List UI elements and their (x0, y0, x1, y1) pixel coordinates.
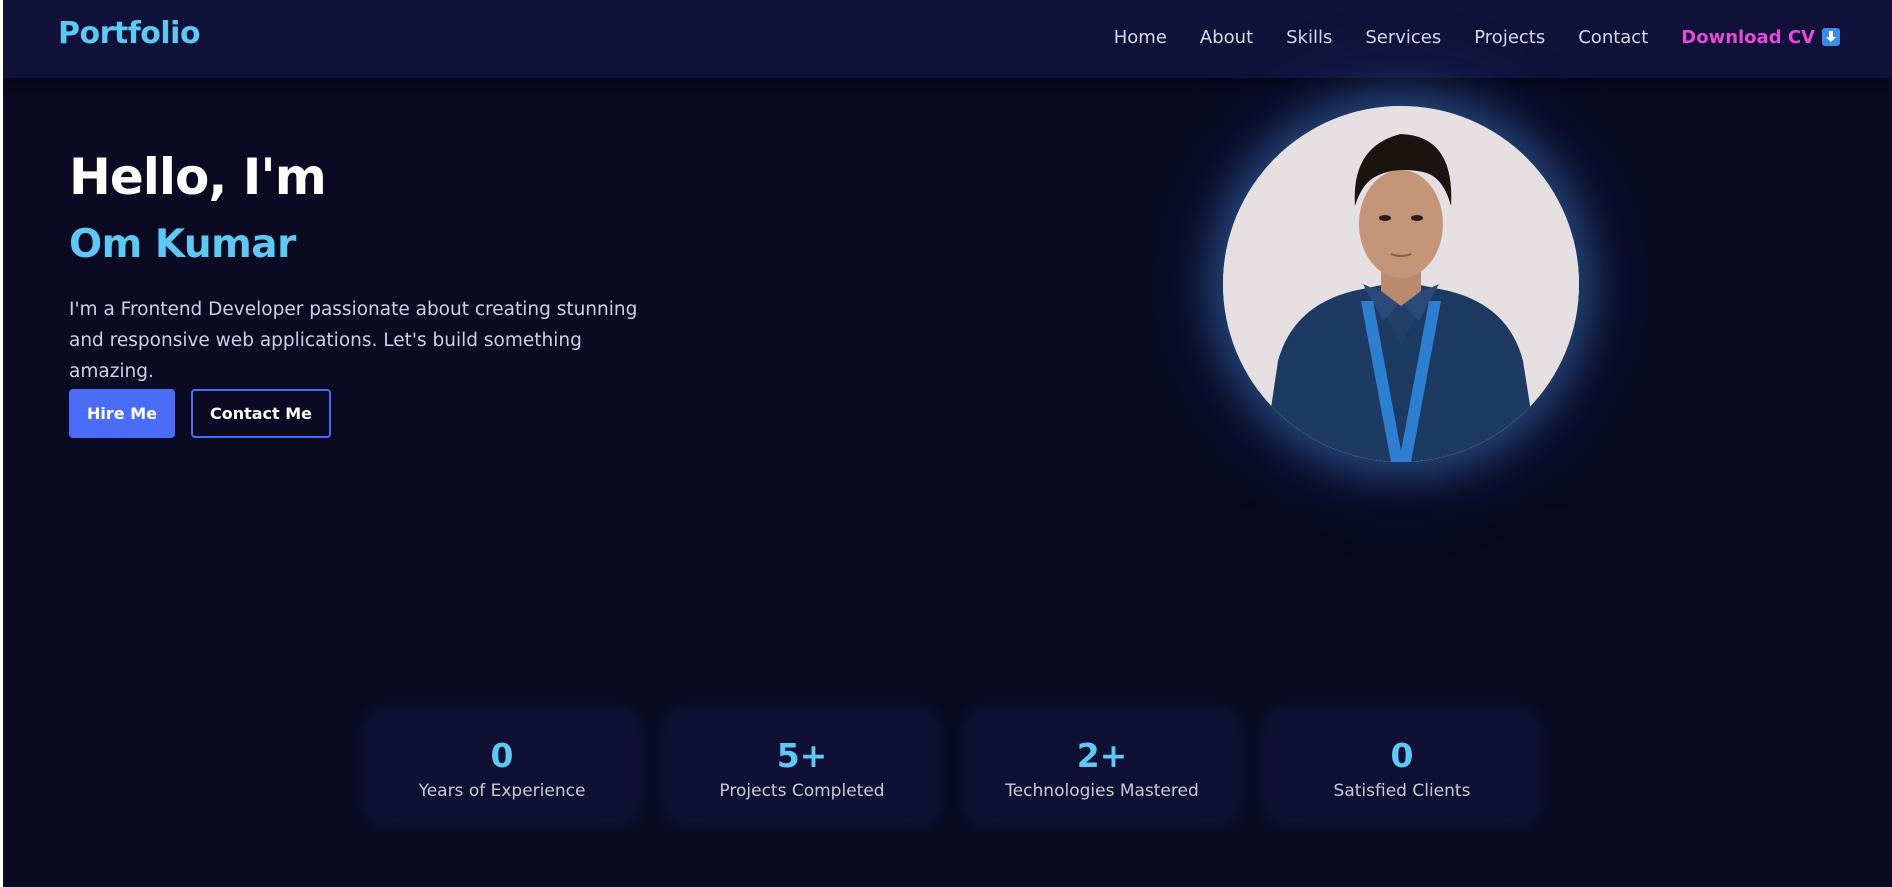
hero-description: I'm a Frontend Developer passionate abou… (69, 299, 638, 382)
stat-value: 0 (490, 736, 514, 775)
stat-label: Satisfied Clients (1333, 781, 1471, 801)
nav-link-contact[interactable]: Contact (1578, 27, 1648, 48)
stat-card-clients: 0 Satisfied Clients (1269, 714, 1535, 820)
stat-value: 0 (1390, 736, 1414, 775)
stat-card-technologies: 2+ Technologies Mastered (969, 714, 1235, 820)
nav-link-skills[interactable]: Skills (1286, 27, 1332, 48)
profile-photo (1223, 106, 1579, 462)
stat-label: Years of Experience (418, 781, 586, 801)
contact-me-button[interactable]: Contact Me (191, 389, 331, 438)
portfolio-page: Portfolio Home About Skills Services Pro… (3, 0, 1892, 887)
stat-value: 5+ (776, 736, 828, 775)
nav-links: Home About Skills Services Projects Cont… (1114, 24, 1892, 50)
nav-link-projects[interactable]: Projects (1474, 27, 1545, 48)
nav-link-home[interactable]: Home (1114, 27, 1167, 48)
stat-card-projects: 5+ Projects Completed (669, 714, 935, 820)
stat-value: 2+ (1076, 736, 1128, 775)
stats-row: 0 Years of Experience 5+ Projects Comple… (369, 714, 1569, 820)
stat-card-experience: 0 Years of Experience (369, 714, 635, 820)
download-cv-link[interactable]: Download CV (1681, 27, 1840, 48)
stat-label: Projects Completed (719, 781, 885, 801)
hero-greeting: Hello, I'm (69, 148, 327, 206)
hero-name: Om Kumar (69, 222, 296, 267)
download-arrow-icon (1822, 28, 1840, 46)
hire-me-button[interactable]: Hire Me (69, 389, 175, 438)
profile-photo-illustration (1223, 106, 1579, 462)
logo[interactable]: Portfolio (58, 16, 201, 51)
nav-link-about[interactable]: About (1200, 27, 1253, 48)
nav-link-services[interactable]: Services (1365, 27, 1441, 48)
navbar: Portfolio Home About Skills Services Pro… (3, 0, 1892, 78)
stat-label: Technologies Mastered (1005, 781, 1199, 801)
download-cv-label: Download CV (1681, 26, 1815, 48)
